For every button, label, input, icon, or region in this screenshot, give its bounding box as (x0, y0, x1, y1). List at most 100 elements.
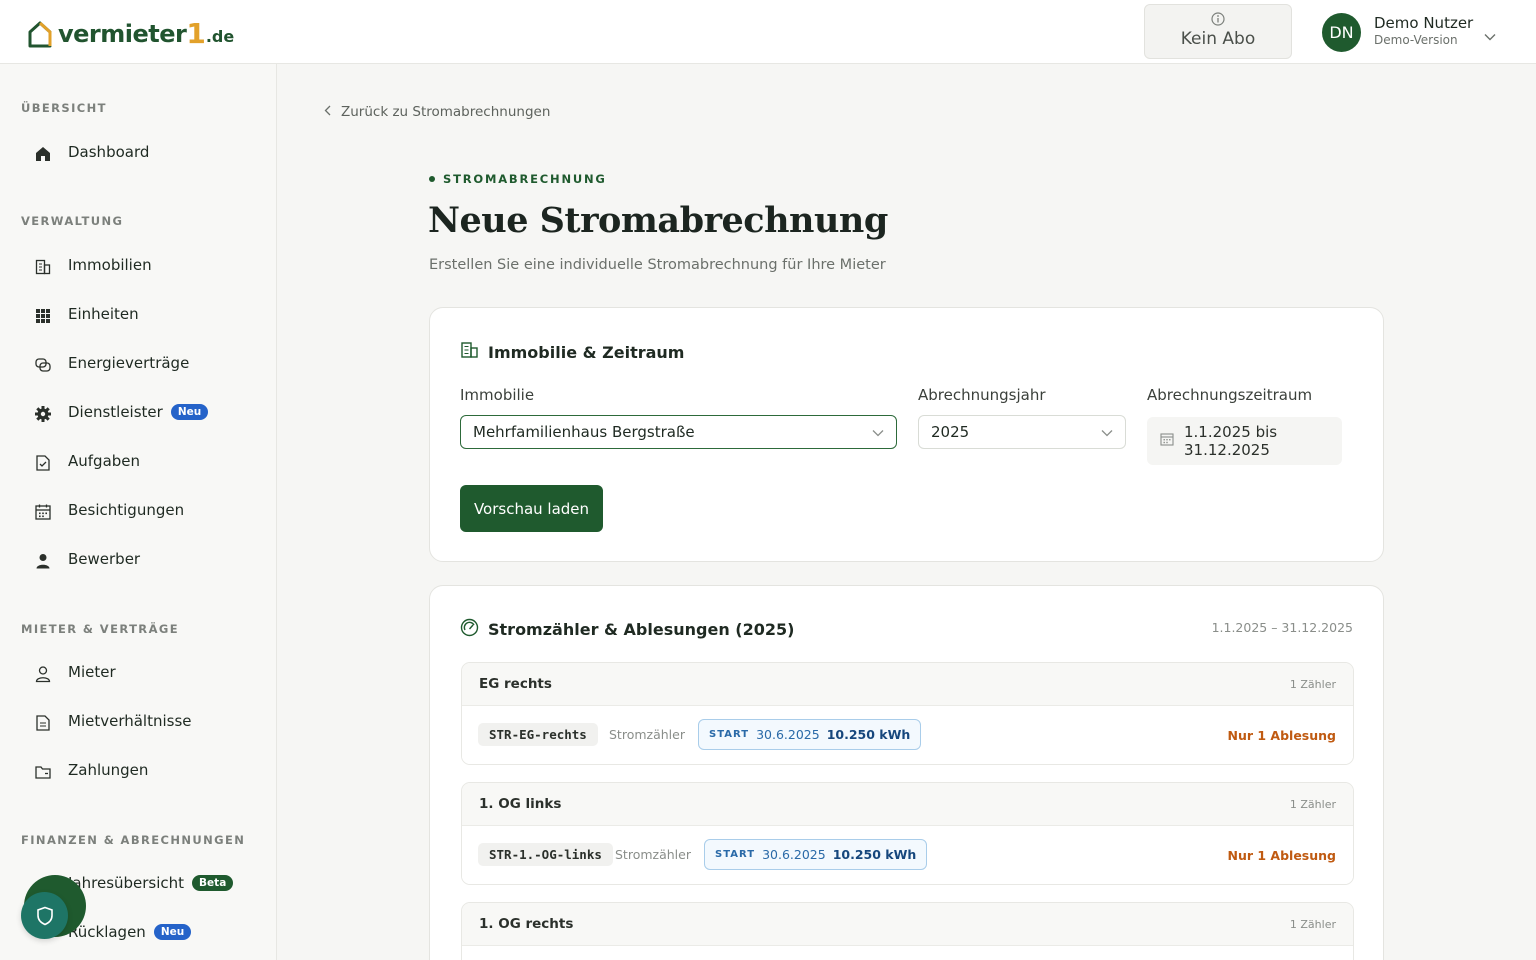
back-link[interactable]: Zurück zu Stromabrechnungen (324, 104, 550, 120)
period-label: Abrechnungszeitraum (1147, 386, 1313, 404)
status-warning: Nur 1 Ablesung (1227, 848, 1337, 863)
logo[interactable]: vermieter 1 .de (28, 16, 234, 48)
sidebar-item-bewerber[interactable]: Bewerber (0, 540, 276, 580)
home-icon (32, 143, 54, 165)
meter-count: 1 Zähler (1289, 918, 1336, 931)
sidebar-item-label: Mieter (68, 663, 116, 681)
meter-type: Stromzähler (615, 847, 691, 862)
calendar-icon (1160, 432, 1174, 450)
sidebar-item-label: Einheiten (68, 305, 139, 323)
grid-icon (32, 305, 54, 327)
property-period-card: Immobilie & Zeitraum Immobilie Mehrfamil… (429, 307, 1384, 562)
section-title-overview: ÜBERSICHT (21, 101, 107, 115)
sidebar-item-energievertraege[interactable]: Energieverträge (0, 344, 276, 384)
sidebar-item-label: Dashboard (68, 143, 150, 161)
reading-tag: START (709, 729, 750, 740)
property-select[interactable]: Mehrfamilienhaus Bergstraße (460, 415, 897, 449)
load-preview-button[interactable]: Vorschau laden (460, 485, 603, 532)
sidebar-item-label: Energieverträge (68, 354, 190, 372)
sidebar-item-label: Aufgaben (68, 452, 141, 470)
meter-row[interactable]: STR-1.-OG-links Stromzähler START 30.6.2… (462, 826, 1353, 884)
meter-id: STR-1.-OG-links (478, 843, 613, 866)
unit-name: 1. OG rechts (479, 916, 574, 932)
subscription-label: Kein Abo (1180, 29, 1256, 49)
sidebar-item-immobilien[interactable]: Immobilien (0, 246, 276, 286)
new-badge: Neu (170, 403, 209, 420)
back-link-label: Zurück zu Stromabrechnungen (341, 104, 551, 120)
reading-chip[interactable]: START 30.6.2025 10.250 kWh (698, 719, 922, 750)
reading-date: 30.6.2025 (762, 847, 826, 862)
info-icon (1145, 12, 1291, 26)
page-title: Neue Stromabrechnung (428, 200, 888, 241)
meter-type: Stromzähler (609, 727, 685, 742)
task-icon (32, 452, 54, 474)
unit-name: EG rechts (479, 676, 552, 692)
user-icon (32, 663, 54, 685)
sidebar-item-mieter[interactable]: Mieter (0, 653, 276, 693)
date-range: 1.1.2025 – 31.12.2025 (1211, 620, 1353, 635)
sidebar-item-label: Jahresübersicht (68, 874, 185, 892)
sidebar: ÜBERSICHT Dashboard VERWALTUNG Immobilie… (0, 64, 277, 960)
subscription-button[interactable]: Kein Abo (1144, 4, 1292, 59)
meter-id: STR-EG-rechts (478, 723, 598, 746)
card-title-label: Immobilie & Zeitraum (488, 342, 685, 362)
gauge-icon (460, 618, 479, 641)
shield-icon (36, 906, 53, 925)
sidebar-item-dashboard[interactable]: Dashboard (0, 133, 276, 173)
sidebar-item-besichtigungen[interactable]: Besichtigungen (0, 491, 276, 531)
logo-tld: .de (205, 27, 235, 46)
eyebrow-dot (429, 176, 435, 182)
sidebar-item-zahlungen[interactable]: Zahlungen (0, 751, 276, 791)
meter-row[interactable]: STR-EG-rechts Stromzähler START 30.6.202… (462, 706, 1353, 764)
logo-one: 1 (186, 17, 206, 50)
building-icon (460, 341, 479, 363)
sidebar-item-label: Rücklagen (68, 923, 146, 941)
eyebrow-label: STROMABRECHNUNG (443, 172, 607, 186)
property-select-value: Mehrfamilienhaus Bergstraße (473, 423, 695, 441)
person-icon (32, 550, 54, 572)
unit-header: 1. OG rechts 1 Zähler (462, 903, 1353, 946)
reading-chip[interactable]: START 30.6.2025 10.250 kWh (704, 839, 928, 870)
property-label: Immobilie (460, 386, 535, 404)
section-title-finanzen: FINANZEN & ABRECHNUNGEN (21, 833, 246, 847)
meters-card: Stromzähler & Ablesungen (2025) 1.1.2025… (429, 585, 1384, 960)
top-bar: vermieter 1 .de Kein Abo DN Demo Nutzer De… (0, 0, 1536, 64)
card-title: Immobilie & Zeitraum (460, 341, 684, 363)
chevron-down-icon[interactable] (1484, 26, 1496, 45)
year-select[interactable]: 2025 (918, 415, 1126, 449)
eyebrow: STROMABRECHNUNG (429, 172, 607, 186)
logo-text: vermieter (58, 20, 187, 48)
sidebar-item-label: Mietverhältnisse (68, 712, 192, 730)
new-badge: Neu (153, 923, 192, 940)
year-label: Abrechnungsjahr (918, 386, 1046, 404)
reading-value: 10.250 kWh (826, 727, 911, 742)
unit-block: 1. OG rechts 1 Zähler (461, 902, 1354, 960)
sidebar-item-label: Immobilien (68, 256, 152, 274)
unit-header: 1. OG links 1 Zähler (462, 783, 1353, 826)
avatar[interactable]: DN (1322, 13, 1361, 52)
user-role: Demo-Version (1374, 33, 1458, 47)
reading-date: 30.6.2025 (756, 727, 820, 742)
status-warning: Nur 1 Ablesung (1227, 728, 1337, 743)
unit-block: EG rechts 1 Zähler STR-EG-rechts Stromzä… (461, 662, 1354, 765)
sidebar-item-einheiten[interactable]: Einheiten (0, 295, 276, 335)
period-value: 1.1.2025 bis 31.12.2025 (1184, 423, 1278, 459)
gear-icon (32, 403, 54, 425)
meter-count: 1 Zähler (1289, 678, 1336, 691)
sidebar-item-mietverhaeltnisse[interactable]: Mietverhältnisse (0, 702, 276, 742)
card-title: Stromzähler & Ablesungen (2025) (460, 618, 794, 641)
contract-icon (32, 354, 54, 376)
reading-tag: START (715, 849, 756, 860)
sidebar-item-label: Dienstleister (68, 403, 163, 421)
unit-name: 1. OG links (479, 796, 562, 812)
privacy-shield-button[interactable] (21, 892, 68, 939)
house-logo-icon (28, 20, 52, 48)
user-name[interactable]: Demo Nutzer (1374, 14, 1473, 32)
unit-block: 1. OG links 1 Zähler STR-1.-OG-links Str… (461, 782, 1354, 885)
sidebar-item-dienstleister[interactable]: Dienstleister Neu (0, 393, 276, 433)
sidebar-item-aufgaben[interactable]: Aufgaben (0, 442, 276, 482)
calendar-icon (32, 501, 54, 523)
sidebar-item-label: Zahlungen (68, 761, 149, 779)
period-display: 1.1.2025 bis 31.12.2025 (1147, 417, 1342, 465)
card-title-label: Stromzähler & Ablesungen (2025) (488, 620, 795, 639)
